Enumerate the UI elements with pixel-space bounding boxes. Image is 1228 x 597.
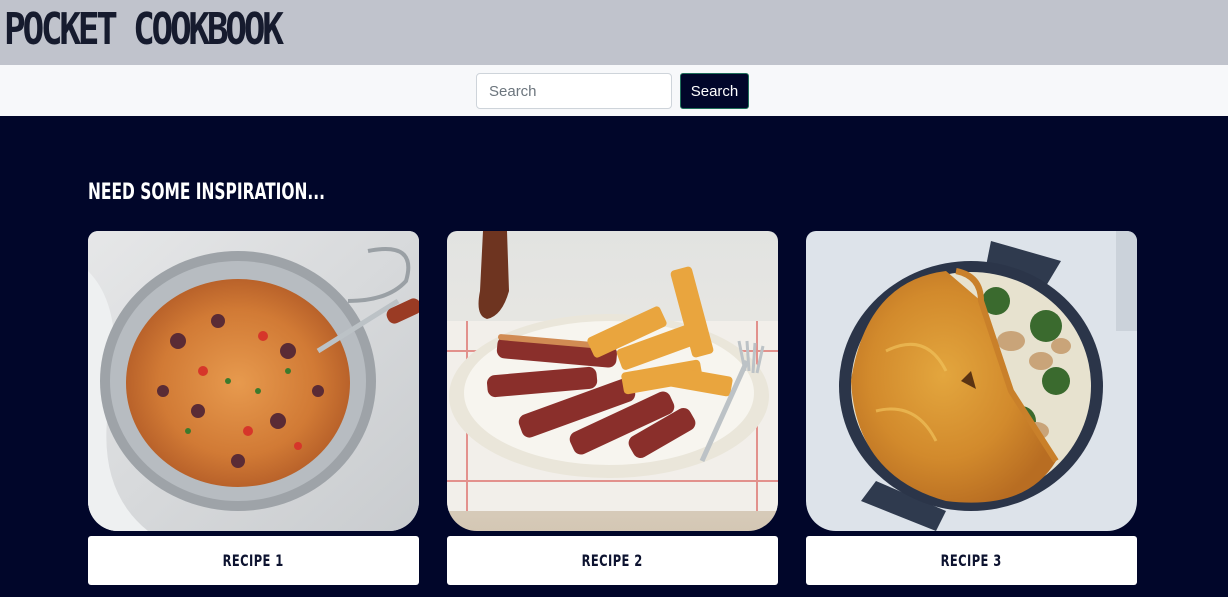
recipe-2-button[interactable]: RECIPE 2 (447, 536, 778, 585)
recipe-2-label: RECIPE 2 (582, 551, 643, 570)
recipe-3-label: RECIPE 3 (941, 551, 1002, 570)
recipe-1-button[interactable]: RECIPE 1 (88, 536, 419, 585)
steak-and-chips-image (447, 231, 778, 531)
recipe-1-label: RECIPE 1 (223, 551, 284, 570)
spaghetti-pan-image (88, 231, 419, 531)
recipe-card-2: RECIPE 2 (447, 231, 778, 585)
site-logo-title[interactable]: POCKET COOKBOOK (4, 4, 284, 56)
recipe-card-1: RECIPE 1 (88, 231, 419, 585)
recipe-2-image[interactable] (447, 231, 778, 531)
search-bar: Search (0, 65, 1228, 116)
search-input[interactable] (476, 73, 672, 109)
recipe-card-3: RECIPE 3 (806, 231, 1137, 585)
chicken-pie-image (806, 231, 1137, 531)
search-button[interactable]: Search (680, 73, 749, 109)
recipe-1-image[interactable] (88, 231, 419, 531)
recipe-3-image[interactable] (806, 231, 1137, 531)
header-bar: POCKET COOKBOOK (0, 0, 1228, 65)
recipe-3-button[interactable]: RECIPE 3 (806, 536, 1137, 585)
section-title: NEED SOME INSPIRATION... (88, 180, 325, 205)
